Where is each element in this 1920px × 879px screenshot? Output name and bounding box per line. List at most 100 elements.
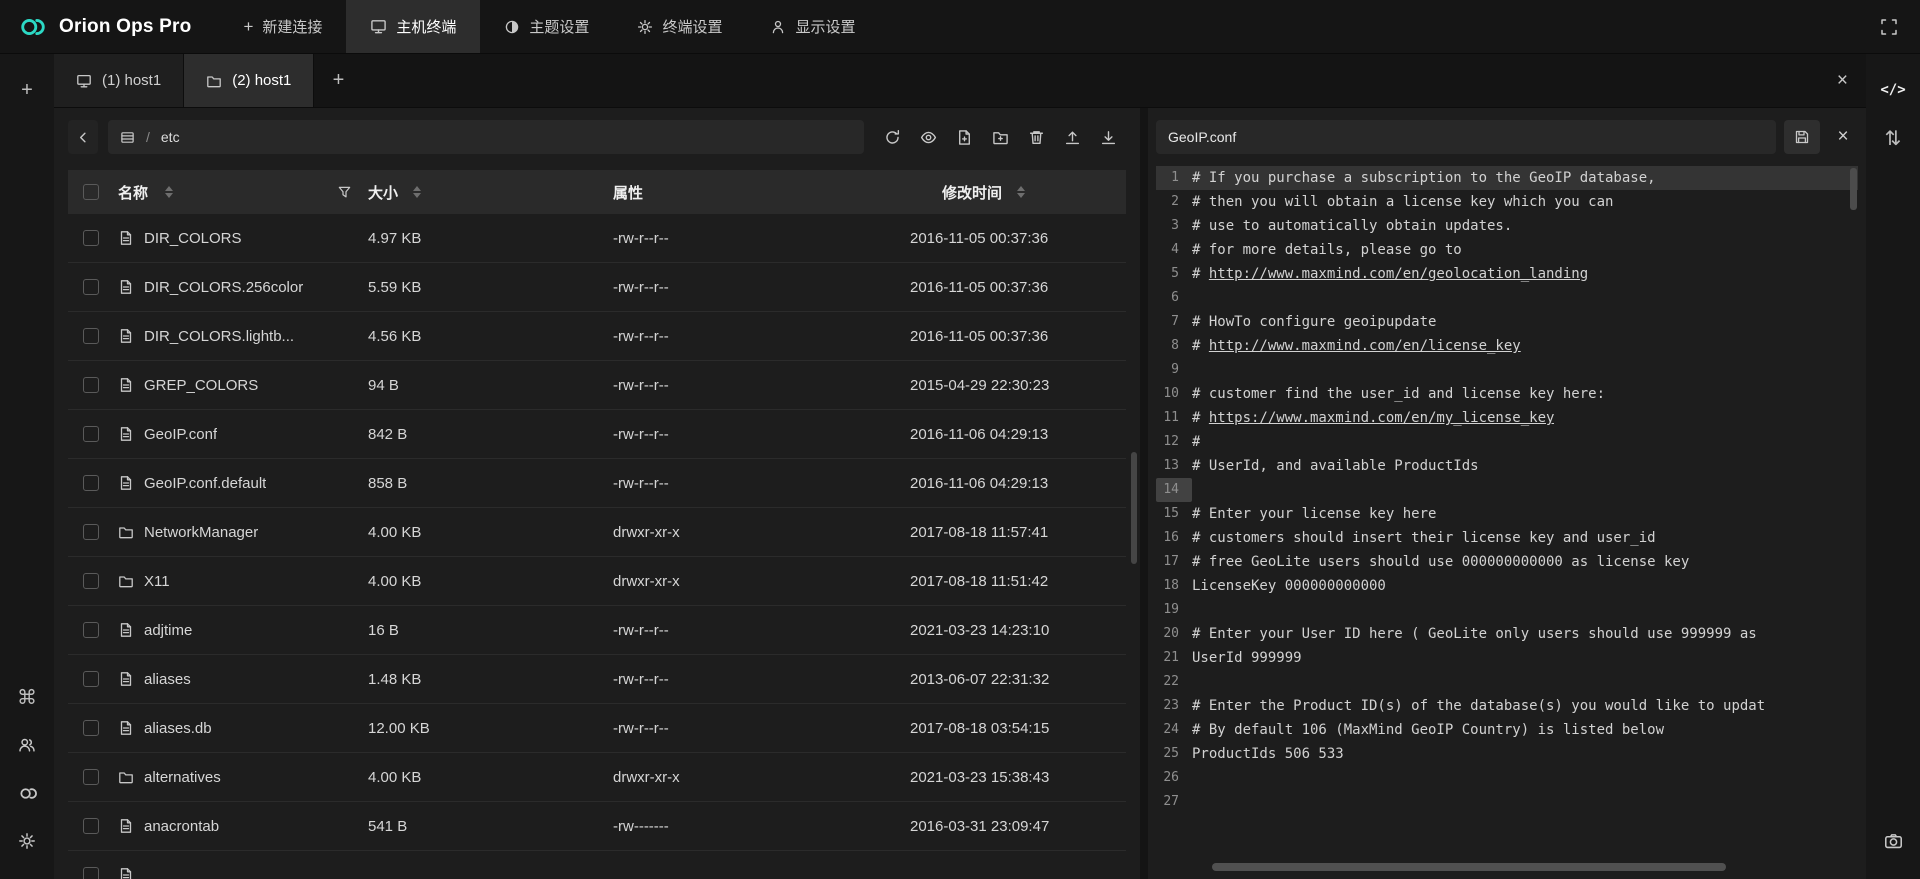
table-row[interactable]: X11 4.00 KB drwxr-xr-x 2017-08-18 11:51:…: [68, 557, 1126, 606]
table-row[interactable]: aliases 1.48 KB -rw-r--r-- 2013-06-07 22…: [68, 655, 1126, 704]
new-folder-icon[interactable]: [982, 120, 1018, 154]
table-row[interactable]: DIR_COLORS 4.97 KB -rw-r--r-- 2016-11-05…: [68, 214, 1126, 263]
file-name[interactable]: aliases: [144, 671, 191, 688]
editor-line[interactable]: 4 # for more details, please go to: [1156, 238, 1858, 262]
editor-line[interactable]: 1 # If you purchase a subscription to th…: [1156, 166, 1858, 190]
back-button[interactable]: [68, 120, 98, 154]
code-view-icon[interactable]: </>: [1875, 72, 1911, 108]
editor-horizontal-scrollbar[interactable]: [1212, 863, 1726, 871]
editor-line[interactable]: 5 # http://www.maxmind.com/en/geolocatio…: [1156, 262, 1858, 286]
file-name[interactable]: alternatives: [144, 769, 221, 786]
editor-line[interactable]: 9: [1156, 358, 1858, 382]
menu-item-display-settings[interactable]: 显示设置: [746, 0, 879, 53]
file-name[interactable]: adjtime: [144, 622, 192, 639]
close-panel-icon[interactable]: ×: [1837, 70, 1848, 92]
preview-eye-icon[interactable]: [910, 120, 946, 154]
file-name[interactable]: DIR_COLORS.256color: [144, 279, 303, 296]
row-checkbox[interactable]: [83, 426, 99, 442]
tab-host1-files[interactable]: (2) host1: [184, 54, 314, 107]
editor-line[interactable]: 19: [1156, 598, 1858, 622]
menu-item-new-connection[interactable]: + 新建连接: [219, 0, 346, 53]
file-name[interactable]: GREP_COLORS: [144, 377, 258, 394]
table-row[interactable]: aliases.db 12.00 KB -rw-r--r-- 2017-08-1…: [68, 704, 1126, 753]
file-list-scrollbar[interactable]: [1131, 452, 1137, 564]
editor-line[interactable]: 2 # then you will obtain a license key w…: [1156, 190, 1858, 214]
row-checkbox[interactable]: [83, 818, 99, 834]
file-name[interactable]: DIR_COLORS: [144, 230, 242, 247]
menu-item-host-terminal[interactable]: 主机终端: [346, 0, 480, 53]
settings-gear-icon[interactable]: [9, 823, 45, 859]
add-connection-button[interactable]: +: [9, 72, 45, 108]
users-icon[interactable]: [9, 727, 45, 763]
table-row[interactable]: NetworkManager 4.00 KB drwxr-xr-x 2017-0…: [68, 508, 1126, 557]
editor-line[interactable]: 6: [1156, 286, 1858, 310]
upload-icon[interactable]: [1054, 120, 1090, 154]
row-checkbox[interactable]: [83, 279, 99, 295]
fullscreen-icon[interactable]: [1880, 18, 1898, 36]
row-checkbox[interactable]: [83, 622, 99, 638]
editor-line[interactable]: 22: [1156, 670, 1858, 694]
table-row[interactable]: GeoIP.conf.default 858 B -rw-r--r-- 2016…: [68, 459, 1126, 508]
editor-link[interactable]: https://www.maxmind.com/en/my_license_ke…: [1209, 410, 1555, 426]
editor-line[interactable]: 7 # HowTo configure geoipupdate: [1156, 310, 1858, 334]
swap-vertical-icon[interactable]: ⇅: [1875, 120, 1911, 156]
editor-line[interactable]: 27: [1156, 790, 1858, 814]
editor-line[interactable]: 10 # customer find the user_id and licen…: [1156, 382, 1858, 406]
table-row[interactable]: alternatives 4.00 KB drwxr-xr-x 2021-03-…: [68, 753, 1126, 802]
editor-line[interactable]: 20 # Enter your User ID here ( GeoLite o…: [1156, 622, 1858, 646]
file-name[interactable]: X11: [144, 573, 170, 590]
row-checkbox[interactable]: [83, 230, 99, 246]
file-name[interactable]: NetworkManager: [144, 524, 258, 541]
editor-line[interactable]: 13 # UserId, and available ProductIds: [1156, 454, 1858, 478]
row-checkbox[interactable]: [83, 720, 99, 736]
save-button[interactable]: [1784, 120, 1820, 154]
editor-line[interactable]: 23 # Enter the Product ID(s) of the data…: [1156, 694, 1858, 718]
row-checkbox[interactable]: [83, 328, 99, 344]
file-name[interactable]: DIR_COLORS.lightb...: [144, 328, 294, 345]
logo-ring-icon[interactable]: [9, 775, 45, 811]
menu-item-terminal-settings[interactable]: 终端设置: [613, 0, 746, 53]
table-row[interactable]: adjtime 16 B -rw-r--r-- 2021-03-23 14:23…: [68, 606, 1126, 655]
table-row[interactable]: [68, 851, 1126, 879]
new-file-icon[interactable]: [946, 120, 982, 154]
editor-line[interactable]: 12 #: [1156, 430, 1858, 454]
close-editor-button[interactable]: ×: [1828, 120, 1858, 154]
breadcrumb-path[interactable]: etc: [161, 129, 180, 145]
editor-line[interactable]: 25 ProductIds 506 533: [1156, 742, 1858, 766]
editor-line[interactable]: 21 UserId 999999: [1156, 646, 1858, 670]
select-all-checkbox[interactable]: [83, 184, 99, 200]
table-row[interactable]: anacrontab 541 B -rw------- 2016-03-31 2…: [68, 802, 1126, 851]
sort-mtime-control[interactable]: [1017, 186, 1025, 198]
download-icon[interactable]: [1090, 120, 1126, 154]
file-name[interactable]: anacrontab: [144, 818, 219, 835]
new-tab-button[interactable]: +: [314, 54, 362, 107]
file-name[interactable]: aliases.db: [144, 720, 212, 737]
table-row[interactable]: GREP_COLORS 94 B -rw-r--r-- 2015-04-29 2…: [68, 361, 1126, 410]
editor-line[interactable]: 24 # By default 106 (MaxMind GeoIP Count…: [1156, 718, 1858, 742]
row-checkbox[interactable]: [83, 671, 99, 687]
table-row[interactable]: DIR_COLORS.256color 5.59 KB -rw-r--r-- 2…: [68, 263, 1126, 312]
table-row[interactable]: GeoIP.conf 842 B -rw-r--r-- 2016-11-06 0…: [68, 410, 1126, 459]
tab-host1-terminal[interactable]: (1) host1: [54, 54, 184, 107]
editor-line[interactable]: 15 # Enter your license key here: [1156, 502, 1858, 526]
row-checkbox[interactable]: [83, 475, 99, 491]
editor-line[interactable]: 14: [1156, 478, 1858, 502]
row-checkbox[interactable]: [83, 377, 99, 393]
delete-trash-icon[interactable]: [1018, 120, 1054, 154]
editor-line[interactable]: 8 # http://www.maxmind.com/en/license_ke…: [1156, 334, 1858, 358]
file-name[interactable]: GeoIP.conf: [144, 426, 217, 443]
row-checkbox[interactable]: [83, 573, 99, 589]
breadcrumb[interactable]: / etc: [108, 120, 864, 154]
editor-line[interactable]: 26: [1156, 766, 1858, 790]
editor-body[interactable]: 1 # If you purchase a subscription to th…: [1156, 166, 1858, 879]
sort-size-control[interactable]: [413, 186, 421, 198]
editor-line[interactable]: 18 LicenseKey 000000000000: [1156, 574, 1858, 598]
editor-vertical-scrollbar[interactable]: [1850, 168, 1857, 210]
refresh-icon[interactable]: [874, 120, 910, 154]
filter-icon[interactable]: [337, 185, 352, 200]
editor-line[interactable]: 11 # https://www.maxmind.com/en/my_licen…: [1156, 406, 1858, 430]
row-checkbox[interactable]: [83, 769, 99, 785]
editor-link[interactable]: http://www.maxmind.com/en/license_key: [1209, 338, 1521, 354]
editor-line[interactable]: 17 # free GeoLite users should use 00000…: [1156, 550, 1858, 574]
menu-item-theme-settings[interactable]: 主题设置: [480, 0, 613, 53]
